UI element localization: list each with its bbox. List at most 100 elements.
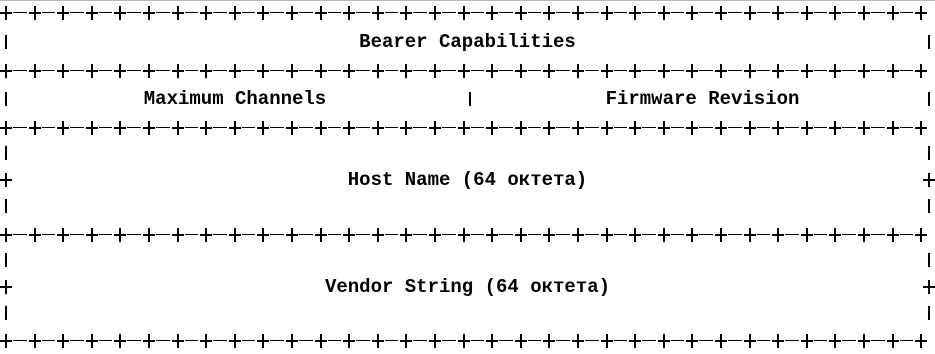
rule-plus-mark <box>172 63 184 79</box>
rule-dash-mark <box>585 127 599 128</box>
rule-dash-mark <box>242 127 255 128</box>
rule-dash-mark <box>299 234 313 235</box>
rule-dash-mark <box>785 70 799 71</box>
rule-plus-mark <box>887 5 899 21</box>
rule-dash-mark <box>156 340 170 341</box>
rule-plus-mark <box>0 227 12 243</box>
rule-plus-mark <box>572 63 584 79</box>
rule-plus-mark <box>829 63 841 79</box>
rule-dash-mark <box>842 12 856 13</box>
rule-plus-mark <box>486 120 498 136</box>
rule-dash-mark <box>385 70 398 71</box>
rule-plus-mark <box>86 5 98 21</box>
rule-plus-mark <box>0 120 12 136</box>
rule-plus-mark <box>257 227 269 243</box>
rule-dash-mark <box>499 127 513 128</box>
rule-plus-mark <box>543 227 555 243</box>
rule-plus-mark <box>829 5 841 21</box>
packet-format-diagram: Bearer Capabilities Maximum Channels Fir… <box>0 0 935 354</box>
rule-plus-mark <box>86 120 98 136</box>
rule-dash-mark <box>728 70 742 71</box>
rule-plus-mark <box>629 333 641 349</box>
rule-dash-mark <box>757 234 770 235</box>
rule-dash-mark <box>556 127 570 128</box>
rule-dash-mark <box>642 127 656 128</box>
rule-dash-mark <box>70 234 84 235</box>
rule-plus-mark <box>0 5 12 21</box>
rule-dash-mark <box>270 12 284 13</box>
rule-plus-mark <box>744 333 756 349</box>
rule-plus-mark <box>143 120 155 136</box>
rule-plus-mark <box>915 5 927 21</box>
rule-plus-mark <box>229 333 241 349</box>
rule-plus-mark <box>257 63 269 79</box>
rule-dash-mark <box>356 340 370 341</box>
rule-dash-mark <box>614 340 627 341</box>
rule-plus-mark <box>114 333 126 349</box>
rule-plus-mark <box>57 227 69 243</box>
rule-plus-mark <box>915 333 927 349</box>
left-border <box>0 252 12 268</box>
rule-dash-mark <box>785 12 799 13</box>
rule-plus-mark <box>601 120 613 136</box>
rule-plus-mark <box>858 63 870 79</box>
rule-dash-mark <box>528 12 541 13</box>
rule-plus-mark <box>858 333 870 349</box>
rule-plus-mark <box>601 5 613 21</box>
right-border <box>923 305 935 321</box>
rule-dash-mark <box>328 70 341 71</box>
rule-dash-mark <box>127 234 141 235</box>
rule-plus-mark <box>458 63 470 79</box>
rule-plus-mark <box>887 120 899 136</box>
rule-dash-mark <box>699 234 713 235</box>
rule-plus-mark <box>372 227 384 243</box>
rule-dash-mark <box>585 70 599 71</box>
rule-plus-mark <box>744 63 756 79</box>
rule-plus-mark <box>286 333 298 349</box>
rule-plus-mark <box>887 63 899 79</box>
rule-dash-mark <box>442 12 456 13</box>
rule-dash-mark <box>242 70 255 71</box>
rule-plus-mark <box>315 333 327 349</box>
rule-dash-mark <box>127 12 141 13</box>
rule-dash-mark <box>556 340 570 341</box>
rule-dash-mark <box>671 340 684 341</box>
rule-dash-mark <box>556 234 570 235</box>
rule-dash-mark <box>213 340 227 341</box>
rule-plus-mark <box>715 63 727 79</box>
rule-dash-mark <box>499 340 513 341</box>
rule-dash-mark <box>642 70 656 71</box>
rule-plus-mark <box>686 120 698 136</box>
rule-plus-mark <box>57 333 69 349</box>
rule-plus-mark <box>629 227 641 243</box>
rule-plus-mark <box>915 63 927 79</box>
rule-dash-mark <box>814 127 827 128</box>
rule-dash-mark <box>699 340 713 341</box>
rule-dash-mark <box>413 340 427 341</box>
rule-dash-mark <box>528 70 541 71</box>
rule-plus-mark <box>229 227 241 243</box>
rule-plus-mark <box>515 5 527 21</box>
rule-dash-mark <box>328 127 341 128</box>
rule-dash-mark <box>814 70 827 71</box>
rule-plus-mark <box>86 333 98 349</box>
rule-plus-mark <box>172 333 184 349</box>
rule-plus-mark <box>715 120 727 136</box>
rule-plus-mark <box>887 227 899 243</box>
rule-plus-mark <box>458 227 470 243</box>
rule-plus-mark <box>343 5 355 21</box>
rule-plus-mark <box>57 120 69 136</box>
rule-plus-mark <box>801 333 813 349</box>
rule-dash-mark <box>13 70 27 71</box>
rule-dash-mark <box>871 127 885 128</box>
rule-dash-mark <box>328 340 341 341</box>
rule-dash-mark <box>757 127 770 128</box>
rule-dash-mark <box>99 340 112 341</box>
rule-dash-mark <box>299 340 313 341</box>
rule-dash-mark <box>413 12 427 13</box>
rule-plus-mark <box>429 333 441 349</box>
rule-plus-mark <box>458 5 470 21</box>
rule-dash-mark <box>70 127 84 128</box>
rule-dash-mark <box>614 70 627 71</box>
rule-plus-mark <box>486 63 498 79</box>
